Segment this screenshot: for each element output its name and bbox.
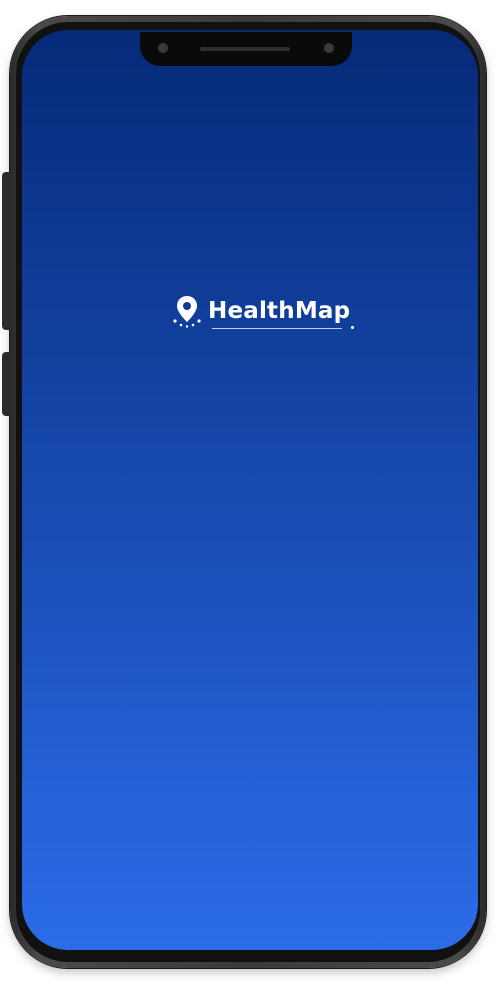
- volume-up-button: [2, 172, 12, 330]
- brand-name: HealthMap: [208, 298, 351, 324]
- volume-down-button: [2, 352, 12, 416]
- brand-dot: [351, 326, 355, 329]
- sensor-icon: [324, 43, 334, 53]
- phone-notch: [140, 32, 352, 66]
- splash-screen: HealthMap: [22, 30, 478, 950]
- front-camera-icon: [158, 43, 168, 53]
- map-pin-icon: [172, 294, 202, 328]
- brand-underline: [212, 328, 343, 329]
- app-logo: HealthMap: [172, 292, 355, 330]
- brand-wordmark: HealthMap: [208, 298, 355, 329]
- earpiece-speaker: [200, 47, 290, 51]
